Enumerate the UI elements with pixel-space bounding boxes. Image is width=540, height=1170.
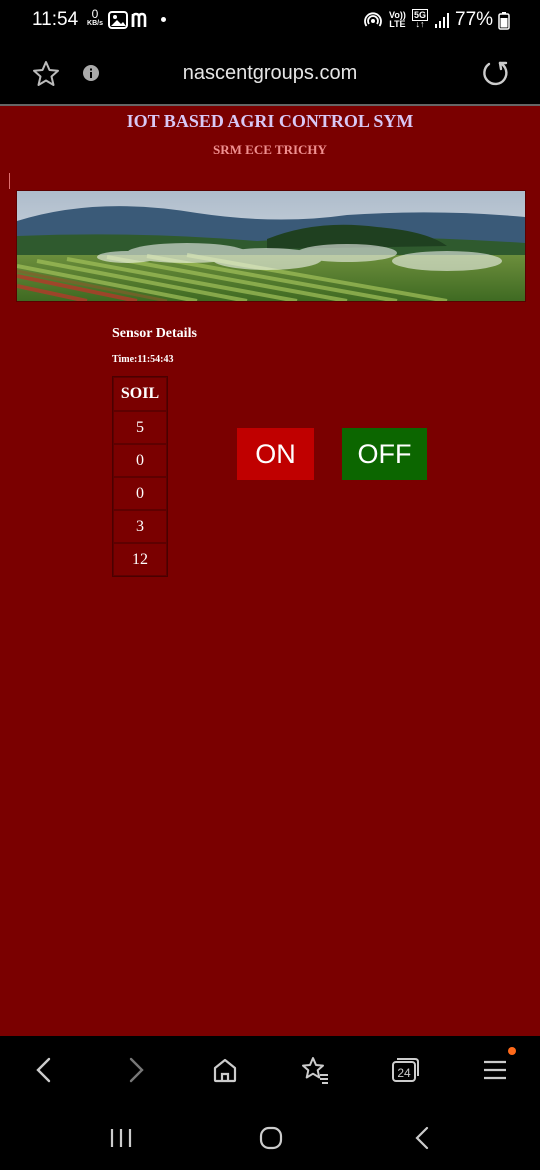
- soil-value-cell: 0: [113, 477, 167, 510]
- table-row: 0: [113, 477, 167, 510]
- system-back-icon[interactable]: [412, 1126, 434, 1155]
- home-icon[interactable]: [211, 1056, 239, 1089]
- lte-label: LTE: [389, 19, 406, 29]
- gallery-icon: [108, 11, 128, 34]
- page-subtitle: SRM ECE TRICHY: [213, 142, 327, 157]
- table-row: 3: [113, 510, 167, 543]
- farm-irrigation-banner-image: [16, 190, 526, 302]
- menu-icon[interactable]: [482, 1056, 508, 1089]
- data-arrows-icon: ↓↑: [415, 19, 425, 29]
- hotspot-icon: [364, 11, 382, 34]
- 5g-indicator: 5G ↓↑: [412, 9, 429, 29]
- menu-notification-dot: [508, 1047, 516, 1055]
- tab-count: 24: [397, 1066, 411, 1080]
- web-page: IOT BASED AGRI CONTROL SYM SRM ECE TRICH…: [0, 106, 540, 1036]
- battery-percentage: 77%: [455, 9, 494, 30]
- recent-apps-icon[interactable]: [108, 1127, 134, 1154]
- table-row: 12: [113, 543, 167, 576]
- table-header-row: SOIL: [113, 377, 167, 411]
- off-button[interactable]: OFF: [342, 428, 427, 480]
- column-header-soil: SOIL: [113, 377, 167, 411]
- back-icon[interactable]: [32, 1056, 56, 1089]
- bookmarks-icon[interactable]: [300, 1055, 330, 1090]
- network-speed-unit: KB/s: [87, 20, 103, 27]
- table-row: 5: [113, 411, 167, 444]
- volte-indicator: Vo)) LTE: [389, 11, 406, 29]
- soil-value-cell: 0: [113, 444, 167, 477]
- system-navigation-bar: [0, 1102, 540, 1170]
- more-notifications-dot: [161, 17, 166, 22]
- home-button-icon[interactable]: [259, 1126, 283, 1155]
- table-row: 0: [113, 444, 167, 477]
- status-time: 11:54: [32, 9, 79, 30]
- browser-toolbar: nascentgroups.com: [0, 42, 540, 106]
- page-title: IOT BASED AGRI CONTROL SYM: [126, 111, 414, 131]
- sensor-details-heading: Sensor Details: [112, 326, 197, 341]
- on-button[interactable]: ON: [237, 428, 314, 480]
- soil-value-cell: 5: [113, 411, 167, 444]
- soil-sensor-table: SOIL 5 0 0 3 12: [112, 376, 168, 577]
- network-speed-value: 0: [91, 7, 99, 21]
- status-bar: 11:54 0 KB/s Vo)) LTE 5G ↓↑ 77%: [0, 0, 540, 42]
- network-speed: 0 KB/s: [84, 7, 106, 28]
- soil-value-cell: 12: [113, 543, 167, 576]
- signal-icon: [434, 11, 450, 34]
- forward-icon[interactable]: [124, 1056, 148, 1089]
- url-bar[interactable]: nascentgroups.com: [0, 62, 540, 85]
- browser-bottom-nav: 24: [0, 1036, 540, 1102]
- tabs-icon[interactable]: 24: [390, 1055, 420, 1090]
- sensor-time: Time:11:54:43: [112, 354, 174, 365]
- soil-value-cell: 3: [113, 510, 167, 543]
- m-app-icon: [131, 11, 153, 34]
- reload-icon[interactable]: [481, 59, 509, 92]
- text-cursor: [9, 173, 10, 189]
- battery-icon: [498, 12, 510, 35]
